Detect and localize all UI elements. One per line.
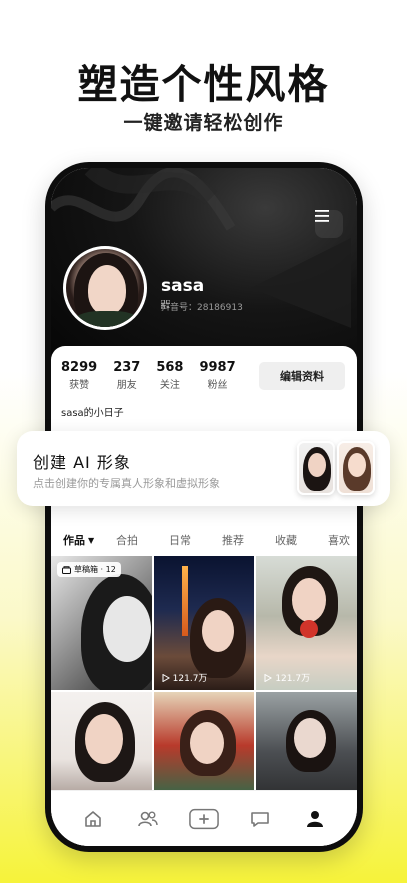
play-icon: [264, 673, 273, 682]
douyin-id-text: 抖音号：28186913: [161, 303, 243, 313]
profile-stats: 8299 获赞 237 朋友 568 关注 9987 粉丝: [61, 360, 236, 391]
username: sasa: [161, 276, 205, 296]
play-icon: [162, 673, 170, 682]
home-icon: [84, 810, 101, 827]
nav-create[interactable]: [189, 804, 219, 834]
drafts-box-icon: [62, 565, 71, 574]
message-icon: [250, 811, 269, 827]
promo-headline: 塑造个性风格: [77, 62, 330, 108]
play-count-text: 121.7万: [172, 674, 208, 684]
stat-followers-num: 9987: [199, 360, 236, 375]
promo-subline: 一键邀请轻松创作: [123, 112, 284, 134]
nav-messages[interactable]: [245, 804, 275, 834]
tab-daily[interactable]: 日常: [169, 532, 222, 548]
stat-followers[interactable]: 9987 粉丝: [199, 360, 235, 391]
phone-mockup: sasa 抖音号：28186913 8299 获赞 237 朋友 568 关注 …: [45, 162, 363, 852]
stat-friends-num: 237: [113, 360, 141, 375]
douyin-id[interactable]: 抖音号：28186913: [161, 300, 243, 313]
video-thumbnail-drafts[interactable]: 草稿箱 · 12: [51, 556, 152, 690]
drafts-badge-text: 草稿箱 · 12: [74, 565, 116, 574]
play-count-text: 121.7万: [275, 674, 311, 684]
edit-profile-button[interactable]: 编辑资料: [259, 362, 345, 390]
stat-following-num: 568: [156, 360, 184, 375]
nav-friends[interactable]: [133, 804, 163, 834]
stat-following[interactable]: 568 关注: [156, 360, 183, 391]
tab-duet[interactable]: 合拍: [116, 532, 169, 548]
friends-icon: [138, 811, 159, 826]
stat-following-label: 关注: [159, 380, 180, 391]
stat-friends[interactable]: 237 朋友: [113, 360, 140, 391]
nav-home[interactable]: [78, 804, 108, 834]
avatar[interactable]: [63, 246, 147, 330]
tab-works[interactable]: 作品 ▼: [63, 532, 116, 548]
qrcode-icon: [161, 300, 170, 309]
video-grid: 草稿箱 · 12 121.7万 121.7万: [51, 556, 357, 826]
profile-card: 8299 获赞 237 朋友 568 关注 9987 粉丝 编辑资料 sasa的…: [51, 346, 357, 846]
profile-cover: sasa 抖音号：28186913: [51, 168, 357, 368]
video-thumbnail[interactable]: 121.7万: [153, 556, 255, 690]
stat-followers-label: 粉丝: [207, 380, 228, 391]
tab-likes[interactable]: 喜欢: [328, 532, 357, 548]
tab-favorites[interactable]: 收藏: [275, 532, 328, 548]
stat-likes-label: 获赞: [69, 380, 90, 391]
drafts-badge: 草稿箱 · 12: [57, 562, 121, 577]
tab-recommend[interactable]: 推荐: [222, 532, 275, 548]
nav-me[interactable]: [300, 804, 330, 834]
person-icon: [307, 810, 324, 827]
create-ai-avatar-card[interactable]: 创建 AI 形象 点击创建你的专属真人形象和虚拟形象: [17, 431, 390, 506]
ai-avatar-preview-real: [297, 441, 335, 495]
content-tabs: 作品 ▼ 合拍 日常 推荐 收藏 喜欢: [51, 524, 357, 556]
play-count: 121.7万: [264, 671, 310, 684]
tab-works-label: 作品: [63, 534, 85, 547]
caret-down-icon: ▼: [88, 535, 95, 545]
video-thumbnail[interactable]: 121.7万: [256, 556, 357, 690]
hamburger-icon: [315, 210, 329, 222]
ai-card-subtitle: 点击创建你的专属真人形象和虚拟形象: [33, 477, 220, 490]
plus-icon: [189, 808, 219, 829]
stat-likes[interactable]: 8299 获赞: [61, 360, 97, 391]
menu-button[interactable]: [315, 210, 343, 238]
stat-friends-label: 朋友: [116, 380, 137, 391]
ai-card-title: 创建 AI 形象: [33, 453, 131, 472]
stat-likes-num: 8299: [61, 360, 98, 375]
ai-avatar-preview-virtual: [337, 441, 375, 495]
app-screen: sasa 抖音号：28186913 8299 获赞 237 朋友 568 关注 …: [51, 168, 357, 846]
bottom-nav: [51, 790, 357, 846]
play-count: 121.7万: [162, 671, 208, 684]
profile-bio: sasa的小日子: [61, 408, 124, 419]
